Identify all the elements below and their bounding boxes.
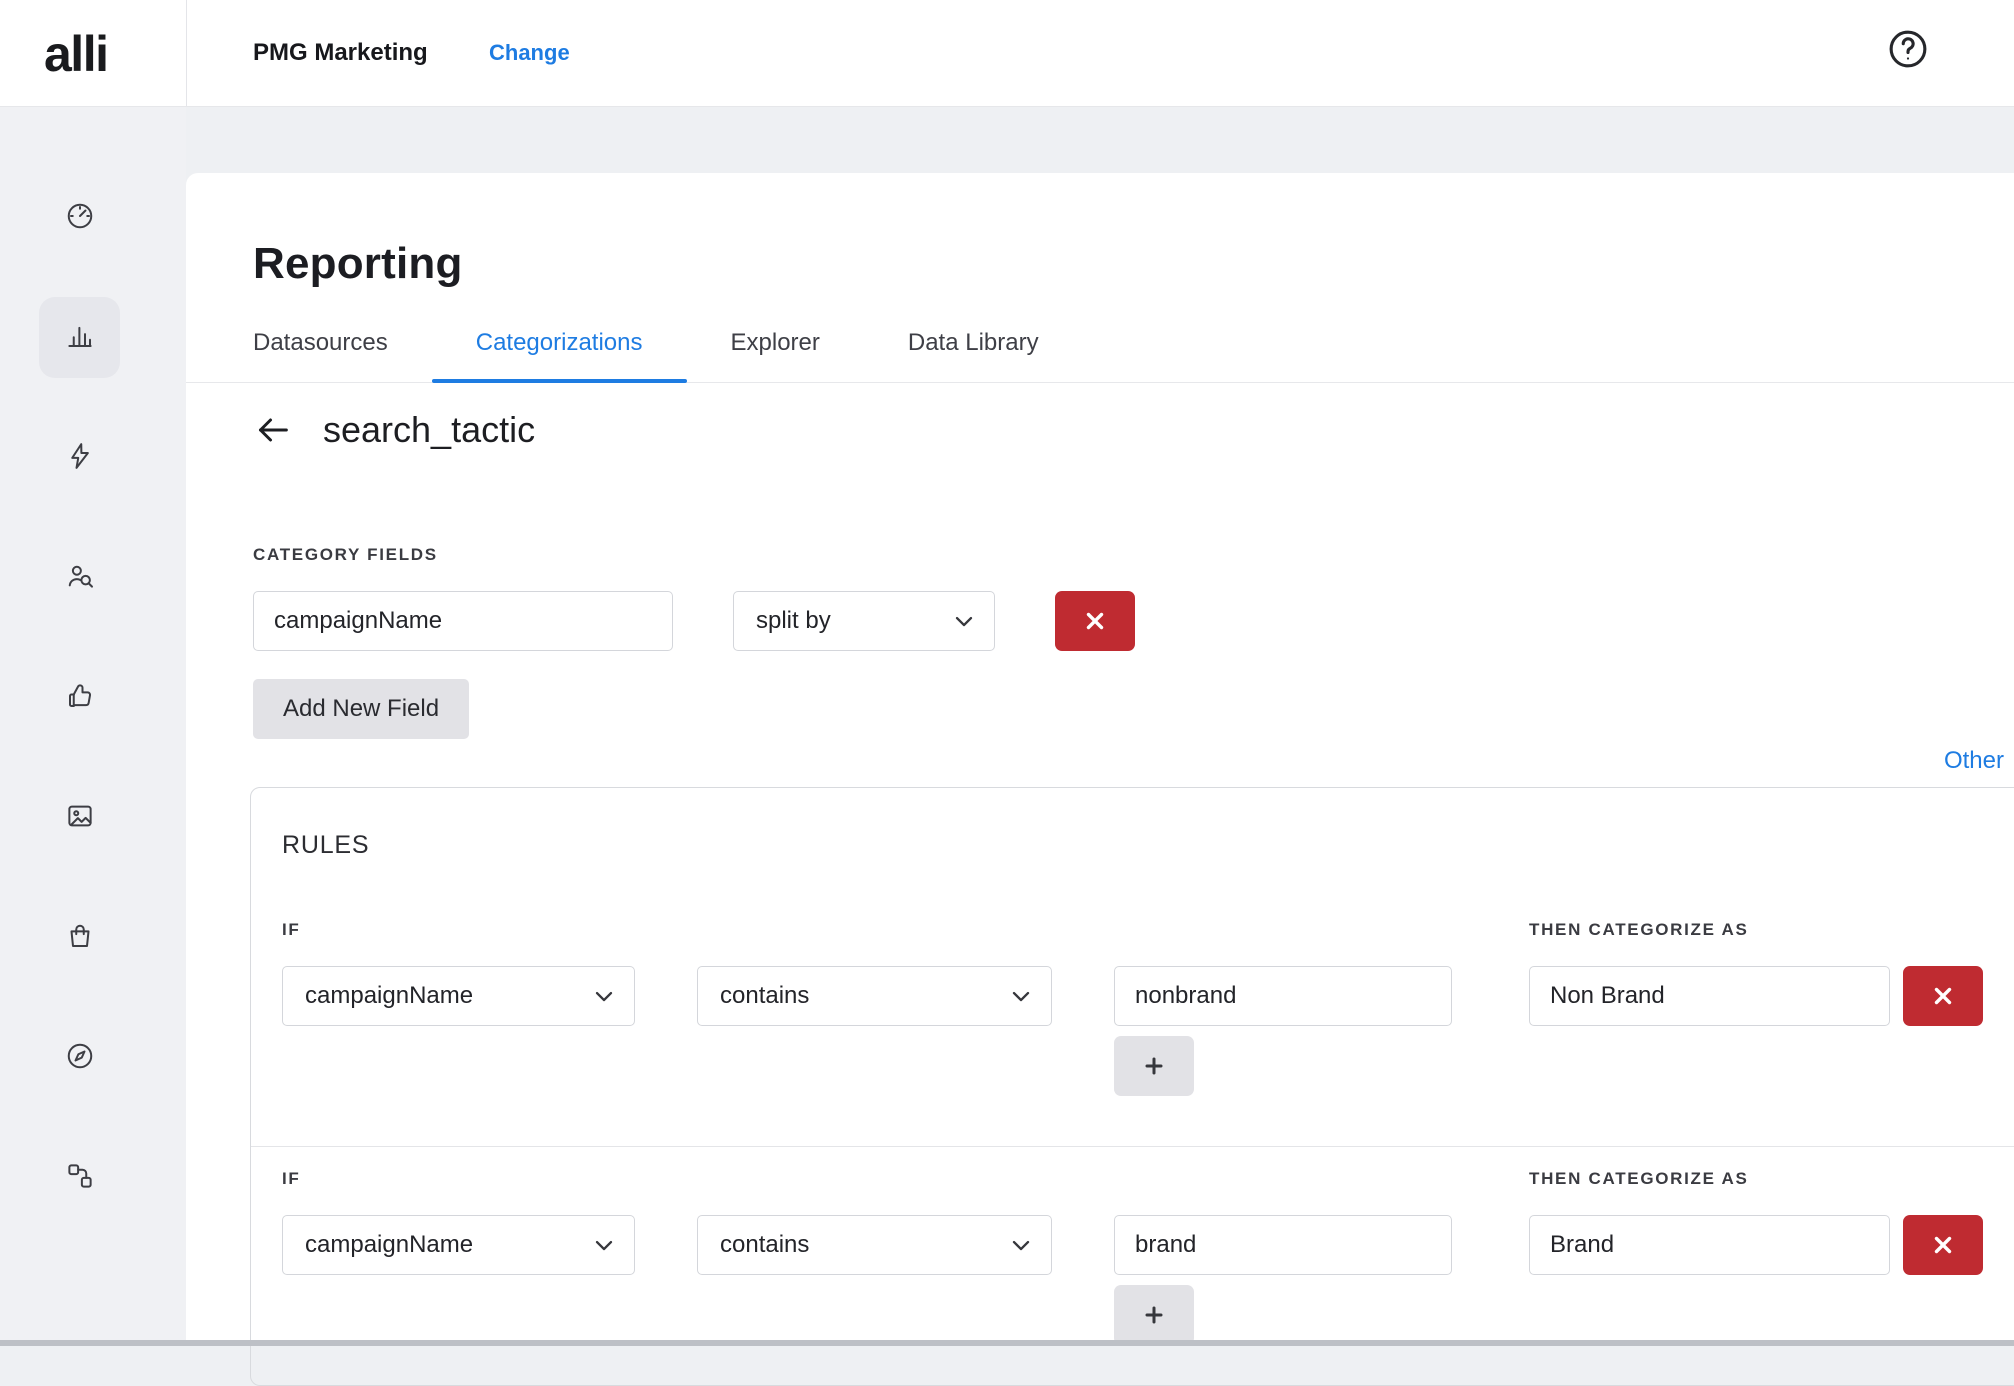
- gauge-dashboard-icon: [65, 201, 186, 231]
- rule1-operator-value: contains: [720, 982, 809, 1010]
- x-delete-icon: [1931, 1233, 1955, 1257]
- tab-data-library[interactable]: Data Library: [864, 328, 1083, 382]
- chevron-down-icon: [950, 607, 978, 635]
- rule1-operator-select[interactable]: contains: [697, 966, 1052, 1026]
- sidebar-item-creative[interactable]: [0, 801, 186, 831]
- if-label: IF: [282, 920, 1452, 940]
- category-field-row: split by: [253, 591, 2014, 651]
- header-divider: [186, 0, 187, 106]
- rule-row-2: IF campaignName contains: [282, 1169, 2007, 1345]
- other-link[interactable]: Other: [1944, 747, 2004, 774]
- chevron-down-icon: [590, 1231, 618, 1259]
- back-button[interactable]: [253, 410, 293, 450]
- thumbs-up-icon: [65, 681, 186, 711]
- rule1-field-select[interactable]: campaignName: [282, 966, 635, 1026]
- workflow-icon: [65, 1161, 186, 1191]
- bar-chart-icon: [65, 321, 186, 351]
- page-title: Reporting: [253, 238, 2014, 290]
- sidebar-item-automations[interactable]: [0, 441, 186, 471]
- account-name: PMG Marketing: [253, 39, 428, 67]
- sidebar-item-discover[interactable]: [0, 1041, 186, 1071]
- sidebar-item-approvals[interactable]: [0, 681, 186, 711]
- top-header: alli PMG Marketing Change: [0, 0, 2014, 107]
- sidebar-item-reporting[interactable]: [0, 321, 186, 351]
- then-categorize-as-label: THEN CATEGORIZE AS: [1529, 1169, 1983, 1189]
- lightning-bolt-icon: [65, 441, 186, 471]
- rule2-delete-button[interactable]: [1903, 1215, 1983, 1275]
- rule1-value-input[interactable]: [1114, 966, 1452, 1026]
- sidebar-item-workflows[interactable]: [0, 1161, 186, 1191]
- rule1-category-input[interactable]: [1529, 966, 1890, 1026]
- alli-logo: alli: [44, 0, 107, 107]
- sidebar-nav: [0, 107, 186, 1346]
- help-button[interactable]: [1886, 27, 1930, 71]
- question-mark-icon: [1886, 27, 1930, 71]
- compass-icon: [65, 1041, 186, 1071]
- if-label: IF: [282, 1169, 1452, 1189]
- rule2-operator-value: contains: [720, 1231, 809, 1259]
- rule1-add-condition-button[interactable]: [1114, 1036, 1194, 1096]
- rule2-field-select[interactable]: campaignName: [282, 1215, 635, 1275]
- arrow-left-icon: [253, 410, 293, 450]
- chevron-down-icon: [1007, 1231, 1035, 1259]
- rule2-add-condition-button[interactable]: [1114, 1285, 1194, 1345]
- other-row: Other: [253, 747, 2014, 777]
- x-delete-icon: [1931, 984, 1955, 1008]
- change-account-link[interactable]: Change: [489, 40, 570, 66]
- plus-icon: [1142, 1303, 1166, 1327]
- rule-row-1: IF campaignName contains: [282, 920, 2007, 1096]
- x-delete-icon: [1083, 609, 1107, 633]
- category-fields-label: CATEGORY FIELDS: [253, 545, 2014, 565]
- chevron-down-icon: [590, 982, 618, 1010]
- split-by-value: split by: [756, 607, 831, 635]
- then-categorize-as-label: THEN CATEGORIZE AS: [1529, 920, 1983, 940]
- add-new-field-button[interactable]: Add New Field: [253, 679, 469, 739]
- rule2-category-input[interactable]: [1529, 1215, 1890, 1275]
- rule1-delete-button[interactable]: [1903, 966, 1983, 1026]
- sidebar-item-commerce[interactable]: [0, 921, 186, 951]
- image-picture-icon: [65, 801, 186, 831]
- tab-categorizations[interactable]: Categorizations: [432, 328, 687, 382]
- category-field-input[interactable]: [253, 591, 673, 651]
- plus-icon: [1142, 1054, 1166, 1078]
- rule1-field-value: campaignName: [305, 982, 473, 1010]
- rule2-operator-select[interactable]: contains: [697, 1215, 1052, 1275]
- tab-explorer[interactable]: Explorer: [687, 328, 864, 382]
- rules-title: RULES: [282, 830, 2007, 860]
- chevron-down-icon: [1007, 982, 1035, 1010]
- split-by-select[interactable]: split by: [733, 591, 995, 651]
- delete-field-button[interactable]: [1055, 591, 1135, 651]
- rule2-value-input[interactable]: [1114, 1215, 1452, 1275]
- sidebar-item-audiences[interactable]: [0, 561, 186, 591]
- categorization-name: search_tactic: [323, 409, 535, 451]
- sidebar-item-dashboard[interactable]: [0, 201, 186, 231]
- horizontal-scrollbar[interactable]: [0, 1340, 2014, 1346]
- rule2-field-value: campaignName: [305, 1231, 473, 1259]
- rules-divider: [251, 1146, 2014, 1147]
- tab-bar: Datasources Categorizations Explorer Dat…: [186, 328, 2014, 383]
- main-content-card: Reporting Datasources Categorizations Ex…: [186, 173, 2014, 1346]
- tab-datasources[interactable]: Datasources: [253, 328, 432, 382]
- rules-panel: RULES IF campaignName contains: [250, 787, 2014, 1386]
- user-search-icon: [65, 561, 186, 591]
- shopping-bag-icon: [65, 921, 186, 951]
- subpage-header: search_tactic: [253, 407, 2014, 453]
